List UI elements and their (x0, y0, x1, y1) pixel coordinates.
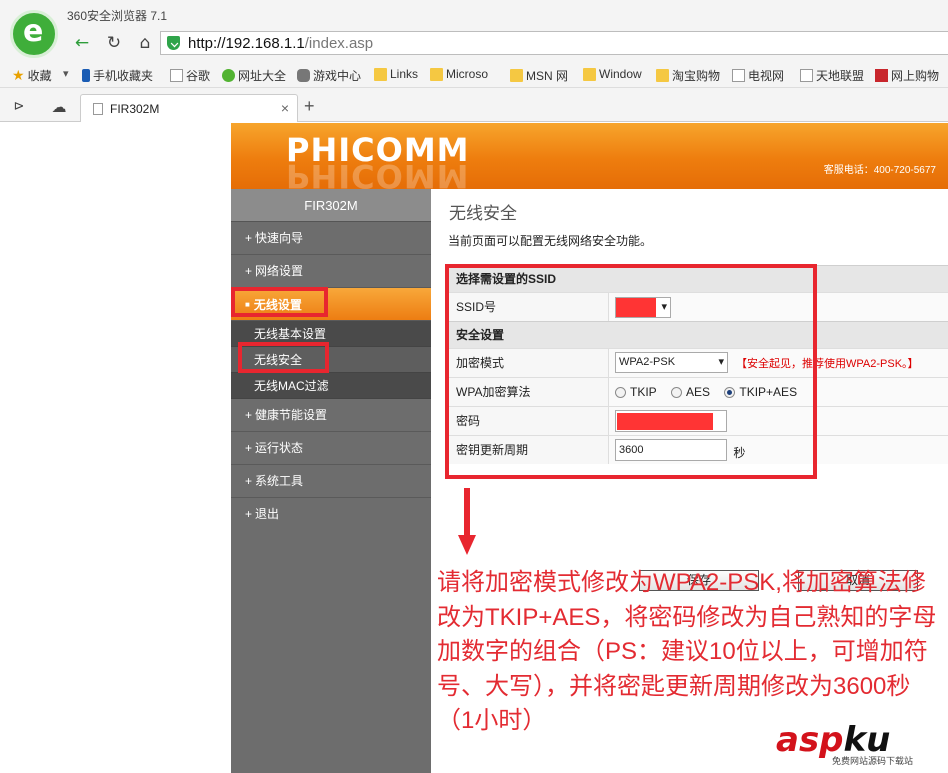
page-icon (732, 69, 745, 82)
folder-icon (656, 69, 669, 82)
bookmark-label: 收藏 (27, 69, 52, 83)
bookmarks-bar: ★ 收藏 ▾ 手机收藏夹 谷歌 网址大全 游戏中心 Links Microso MSN 网 Wind… (0, 62, 948, 88)
folder-icon (374, 67, 387, 81)
bookmark-item[interactable]: 网址大全 (222, 67, 286, 84)
plus-circle-icon (222, 69, 235, 82)
page-icon (800, 69, 813, 82)
address-bar[interactable]: http://192.168.1.1/index.asp (160, 31, 948, 55)
submenu-wireless-mac[interactable]: 无线MAC过滤 (231, 373, 431, 399)
bookmark-item[interactable]: 电视网 (732, 67, 784, 84)
bookmark-item[interactable]: 网上购物 (875, 67, 939, 84)
new-tab-plus-icon[interactable]: + (304, 96, 315, 117)
menu-status[interactable]: 运行状态 (231, 432, 431, 465)
bookmark-item[interactable]: Links (374, 67, 418, 81)
highlight-wireless-menu (231, 287, 328, 317)
bookmark-item[interactable]: 手机收藏夹 (82, 67, 153, 84)
bookmark-item[interactable]: Microso (430, 67, 488, 81)
bookmark-item[interactable]: 天地联盟 (800, 67, 864, 84)
bookmark-label: 电视网 (748, 69, 785, 83)
arrow-down-icon (458, 535, 476, 555)
bookmark-label: 网上购物 (891, 69, 940, 83)
page-title: 无线安全 (449, 204, 517, 223)
folder-icon (583, 67, 596, 81)
back-arrow-icon[interactable]: ← (71, 32, 93, 54)
menu-quick-setup[interactable]: 快速向导 (231, 222, 431, 255)
tab-fir302m[interactable]: FIR302M × (80, 94, 298, 122)
folder-icon (430, 67, 443, 81)
highlight-form (445, 264, 817, 479)
bookmark-label: 天地联盟 (816, 69, 865, 83)
bookmark-item[interactable]: Window (583, 67, 642, 81)
highlight-security-submenu (238, 342, 329, 373)
bookmark-item[interactable]: MSN 网 (510, 67, 568, 84)
browser-chrome: e 360安全浏览器 7.1 ← ↻ ⌂ http://192.168.1.1/… (0, 0, 948, 122)
shield-icon (167, 36, 180, 50)
model-name: FIR302M (231, 189, 431, 222)
star-icon: ★ (12, 67, 25, 83)
browser-title: 360安全浏览器 7.1 (67, 9, 168, 23)
sidebar: FIR302M 快速向导 网络设置 无线设置 无线基本设置 无线安全 无线MAC… (231, 189, 431, 773)
cloud-icon[interactable]: ☁ (48, 96, 70, 118)
page-description: 当前页面可以配置无线网络安全功能。 (448, 234, 653, 248)
gamepad-icon (297, 69, 310, 82)
menu-power-saving[interactable]: 健康节能设置 (231, 399, 431, 432)
watermark-subtitle: 免费网站源码下载站 (832, 756, 914, 766)
folder-icon (510, 69, 523, 82)
bookmark-label: Window (599, 67, 642, 81)
refresh-icon[interactable]: ↻ (103, 32, 125, 54)
close-icon[interactable]: × (281, 100, 289, 116)
sidebar-toggle-icon[interactable]: ⊳ (8, 96, 30, 118)
bookmark-item[interactable]: 淘宝购物 (656, 67, 720, 84)
home-icon[interactable]: ⌂ (134, 32, 156, 54)
menu-network[interactable]: 网络设置 (231, 255, 431, 288)
bookmark-item[interactable]: ★ 收藏 (12, 67, 52, 84)
phone-icon (82, 69, 90, 82)
page-icon (170, 69, 183, 82)
tab-title: FIR302M (110, 102, 160, 116)
bookmark-label: MSN 网 (526, 69, 569, 83)
bookmark-label: Microso (446, 67, 489, 81)
bookmark-label: 游戏中心 (313, 69, 362, 83)
bookmark-label: 网址大全 (238, 69, 287, 83)
menu-logout[interactable]: 退出 (231, 498, 431, 531)
bookmark-label: 淘宝购物 (672, 69, 721, 83)
page-icon (93, 103, 103, 115)
url-text: http://192.168.1.1/index.asp (188, 35, 374, 52)
shop-icon (875, 69, 888, 82)
arrow-shaft (464, 488, 470, 536)
bookmark-label: 谷歌 (186, 69, 211, 83)
bookmark-item[interactable]: 游戏中心 (297, 67, 361, 84)
annotation-text: 请将加密模式修改为WPA2-PSK,将加密算法修改为TKIP+AES，将密码修改… (437, 569, 937, 734)
bookmarks-dropdown-icon[interactable]: ▾ (63, 67, 69, 80)
tab-strip: ⊳ ☁ FIR302M × + (0, 92, 948, 122)
bookmark-item[interactable]: 谷歌 (170, 67, 210, 84)
menu-system-tools[interactable]: 系统工具 (231, 465, 431, 498)
bookmark-label: 手机收藏夹 (93, 69, 154, 83)
header-banner: PHICOMM PHICOMM 客服电话：400-720-5677 (231, 123, 948, 195)
browser-logo-icon: e (10, 10, 58, 58)
hotline-text: 客服电话：400-720-5677 (823, 165, 936, 176)
bookmark-label: Links (390, 67, 419, 81)
